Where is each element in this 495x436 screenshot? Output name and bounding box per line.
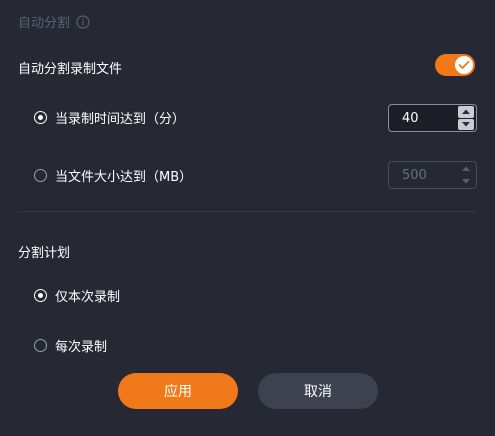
spin-buttons: [458, 163, 474, 187]
radio-label: 每次录制: [55, 340, 108, 355]
chevron-up-icon: [462, 166, 470, 172]
radio-button[interactable]: [34, 169, 47, 182]
decrement-button[interactable]: [458, 176, 474, 188]
time-value[interactable]: 40: [389, 111, 458, 126]
plan-title: 分割计划: [18, 246, 71, 261]
radio-plan-every-recording[interactable]: 每次录制: [34, 336, 107, 355]
auto-split-toggle[interactable]: [435, 54, 475, 76]
radio-plan-this-recording[interactable]: 仅本次录制: [34, 286, 120, 305]
radio-button[interactable]: [34, 111, 47, 124]
auto-split-label: 自动分割录制文件: [18, 62, 123, 77]
apply-button[interactable]: 应用: [118, 373, 238, 409]
radio-label: 仅本次录制: [55, 290, 121, 305]
decrement-button[interactable]: [458, 118, 474, 130]
radio-button[interactable]: [34, 289, 47, 302]
increment-button[interactable]: [458, 163, 474, 175]
divider: [18, 211, 477, 212]
section-header: 自动分割: [18, 12, 90, 31]
chevron-up-icon: [462, 109, 470, 115]
spin-buttons: [458, 106, 474, 130]
section-title: 自动分割: [18, 16, 71, 31]
radio-split-by-size[interactable]: 当文件大小达到（MB）: [34, 166, 192, 185]
info-circle-icon[interactable]: [76, 14, 90, 29]
toggle-knob: [455, 56, 473, 74]
chevron-down-icon: [462, 178, 470, 184]
radio-label: 当录制时间达到（分）: [55, 112, 186, 127]
radio-button[interactable]: [34, 339, 47, 352]
time-spinbox[interactable]: 40: [388, 104, 477, 132]
check-icon: [458, 60, 470, 69]
size-spinbox[interactable]: 500: [388, 161, 477, 189]
size-value[interactable]: 500: [389, 168, 458, 183]
radio-label: 当文件大小达到（MB）: [55, 170, 193, 185]
radio-split-by-time[interactable]: 当录制时间达到（分）: [34, 108, 185, 127]
cancel-button[interactable]: 取消: [258, 373, 378, 409]
increment-button[interactable]: [458, 106, 474, 118]
chevron-down-icon: [462, 121, 470, 127]
